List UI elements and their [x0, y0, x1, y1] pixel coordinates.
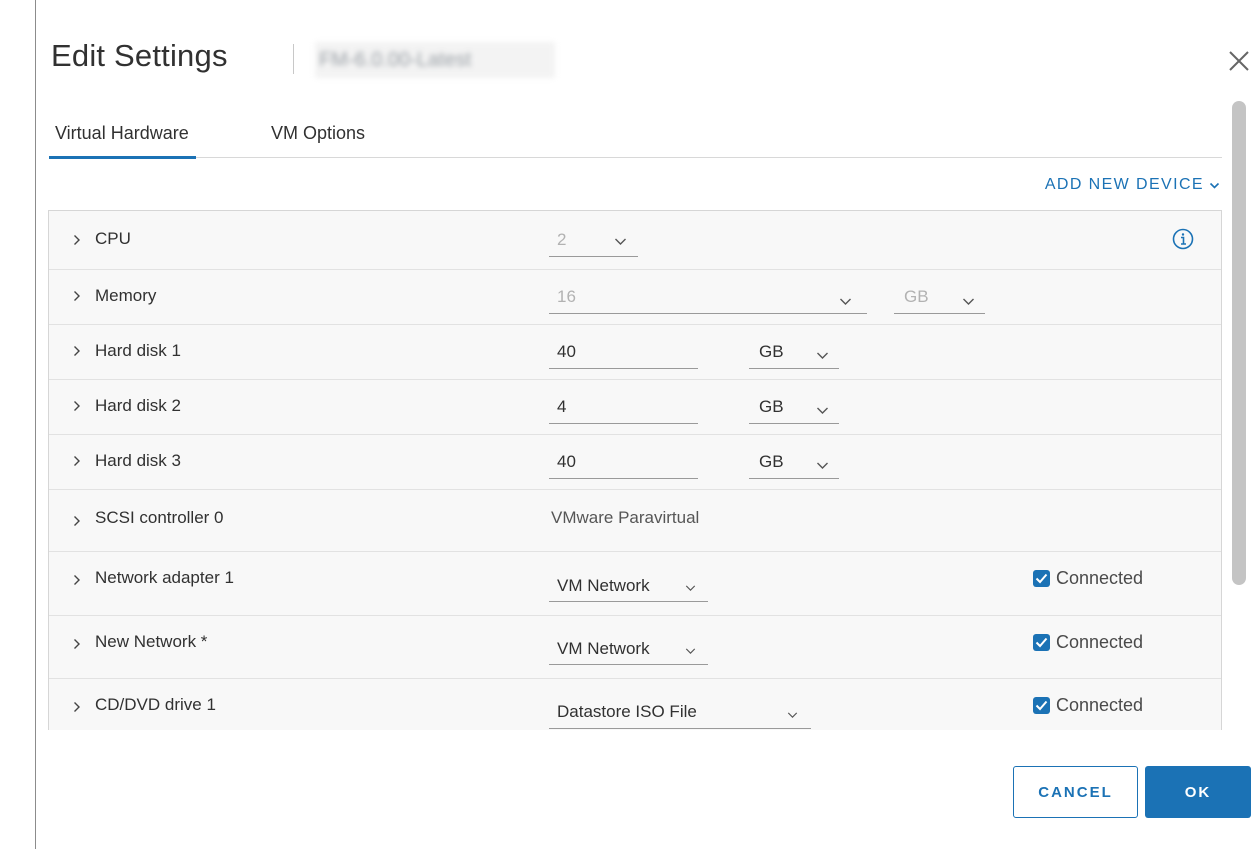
device-label-hard-disk-3: Hard disk 3: [95, 451, 181, 470]
checkbox-checked-icon[interactable]: [1033, 634, 1050, 651]
add-new-device-label: ADD NEW DEVICE: [1044, 176, 1204, 193]
checkbox-checked-icon[interactable]: [1033, 570, 1050, 587]
network-adapter-1-value: VM Network: [557, 576, 650, 595]
chevron-right-icon[interactable]: [71, 574, 83, 586]
device-label-network-adapter-1: Network adapter 1: [95, 568, 234, 587]
cd-dvd-drive-value: Datastore ISO File: [557, 702, 697, 721]
memory-value: 16: [557, 287, 576, 306]
chevron-right-icon[interactable]: [71, 455, 83, 467]
checkbox-checked-icon[interactable]: [1033, 697, 1050, 714]
cd-dvd-drive-connected[interactable]: Connected: [1033, 695, 1143, 716]
hard-disk-2-size: 4: [557, 397, 567, 416]
network-adapter-1-select[interactable]: VM Network: [549, 569, 708, 602]
chevron-down-icon: [817, 462, 828, 469]
device-label-hard-disk-2: Hard disk 2: [95, 396, 181, 415]
device-label-scsi-controller: SCSI controller 0: [95, 508, 224, 527]
hard-disk-3-size: 40: [557, 452, 576, 471]
chevron-right-icon[interactable]: [71, 345, 83, 357]
hard-disk-2-size-input[interactable]: 4: [549, 392, 698, 424]
device-row-cd-dvd-drive: CD/DVD drive 1 Datastore ISO File Connec…: [49, 679, 1221, 730]
chevron-right-icon[interactable]: [71, 638, 83, 650]
network-adapter-1-connected[interactable]: Connected: [1033, 568, 1143, 589]
chevron-down-icon: [787, 712, 798, 718]
cpu-value: 2: [557, 230, 567, 249]
device-row-hard-disk-1: Hard disk 1 40 GB: [49, 325, 1221, 380]
chevron-down-icon: [685, 648, 696, 654]
device-row-scsi-controller: SCSI controller 0 VMware Paravirtual: [49, 490, 1221, 552]
add-new-device-button[interactable]: ADD NEW DEVICE: [1045, 176, 1220, 194]
device-label-memory: Memory: [95, 286, 157, 305]
chevron-down-icon: [817, 352, 828, 359]
close-icon[interactable]: [1226, 48, 1252, 74]
hard-disk-2-unit: GB: [759, 397, 784, 416]
chevron-down-icon: [963, 298, 974, 305]
chevron-right-icon[interactable]: [71, 400, 83, 412]
cpu-select[interactable]: 2: [549, 226, 638, 257]
new-network-connected[interactable]: Connected: [1033, 632, 1143, 653]
chevron-right-icon[interactable]: [71, 290, 83, 302]
chevron-right-icon[interactable]: [71, 701, 83, 713]
device-label-new-network: New Network *: [95, 632, 208, 651]
cd-dvd-drive-select[interactable]: Datastore ISO File: [549, 695, 811, 729]
device-row-memory: Memory 16 GB: [49, 270, 1221, 325]
scrollbar-thumb[interactable]: [1232, 101, 1246, 585]
connected-label: Connected: [1056, 632, 1144, 652]
chevron-down-icon: [840, 298, 851, 305]
device-row-network-adapter-1: Network adapter 1 VM Network Connected: [49, 552, 1221, 616]
connected-label: Connected: [1056, 568, 1144, 588]
memory-input[interactable]: 16: [549, 282, 867, 314]
hardware-table: CPU 2 Memory 16 GB Hard disk 1 40 GB Har…: [48, 210, 1222, 730]
device-label-hard-disk-1: Hard disk 1: [95, 341, 181, 360]
hard-disk-2-unit-select[interactable]: GB: [749, 392, 839, 424]
device-row-hard-disk-2: Hard disk 2 4 GB: [49, 380, 1221, 435]
cancel-button[interactable]: CANCEL: [1013, 766, 1138, 818]
new-network-value: VM Network: [557, 639, 650, 658]
hard-disk-1-unit: GB: [759, 342, 784, 361]
memory-unit-select[interactable]: GB: [894, 282, 985, 314]
title-divider: [293, 44, 294, 74]
chevron-down-icon: [685, 585, 696, 591]
chevron-down-icon: [615, 238, 626, 245]
new-network-select[interactable]: VM Network: [549, 632, 708, 665]
window-edge: [35, 0, 36, 849]
vm-name: FM-6.0.00-Latest: [315, 42, 555, 78]
tab-vm-options[interactable]: VM Options: [271, 123, 365, 144]
chevron-right-icon[interactable]: [71, 234, 83, 246]
hard-disk-3-size-input[interactable]: 40: [549, 447, 698, 479]
device-row-hard-disk-3: Hard disk 3 40 GB: [49, 435, 1221, 490]
device-label-cpu: CPU: [95, 229, 131, 248]
dialog-title: Edit Settings: [51, 38, 228, 73]
chevron-down-icon: [817, 407, 828, 414]
scsi-controller-type: VMware Paravirtual: [551, 508, 700, 527]
device-row-new-network: New Network * VM Network Connected: [49, 616, 1221, 679]
hard-disk-3-unit: GB: [759, 452, 784, 471]
connected-label: Connected: [1056, 695, 1144, 715]
tab-bar: Virtual Hardware VM Options: [49, 120, 1222, 159]
ok-button[interactable]: OK: [1145, 766, 1251, 818]
device-row-cpu: CPU 2: [49, 211, 1221, 270]
hard-disk-1-size: 40: [557, 342, 576, 361]
hard-disk-1-size-input[interactable]: 40: [549, 337, 698, 369]
tab-virtual-hardware[interactable]: Virtual Hardware: [49, 123, 196, 159]
hard-disk-1-unit-select[interactable]: GB: [749, 337, 839, 369]
memory-unit: GB: [904, 287, 929, 306]
hard-disk-3-unit-select[interactable]: GB: [749, 447, 839, 479]
device-label-cd-dvd-drive: CD/DVD drive 1: [95, 695, 216, 714]
info-icon[interactable]: [1172, 228, 1194, 250]
chevron-down-icon: [1209, 182, 1220, 189]
chevron-right-icon[interactable]: [71, 515, 83, 527]
